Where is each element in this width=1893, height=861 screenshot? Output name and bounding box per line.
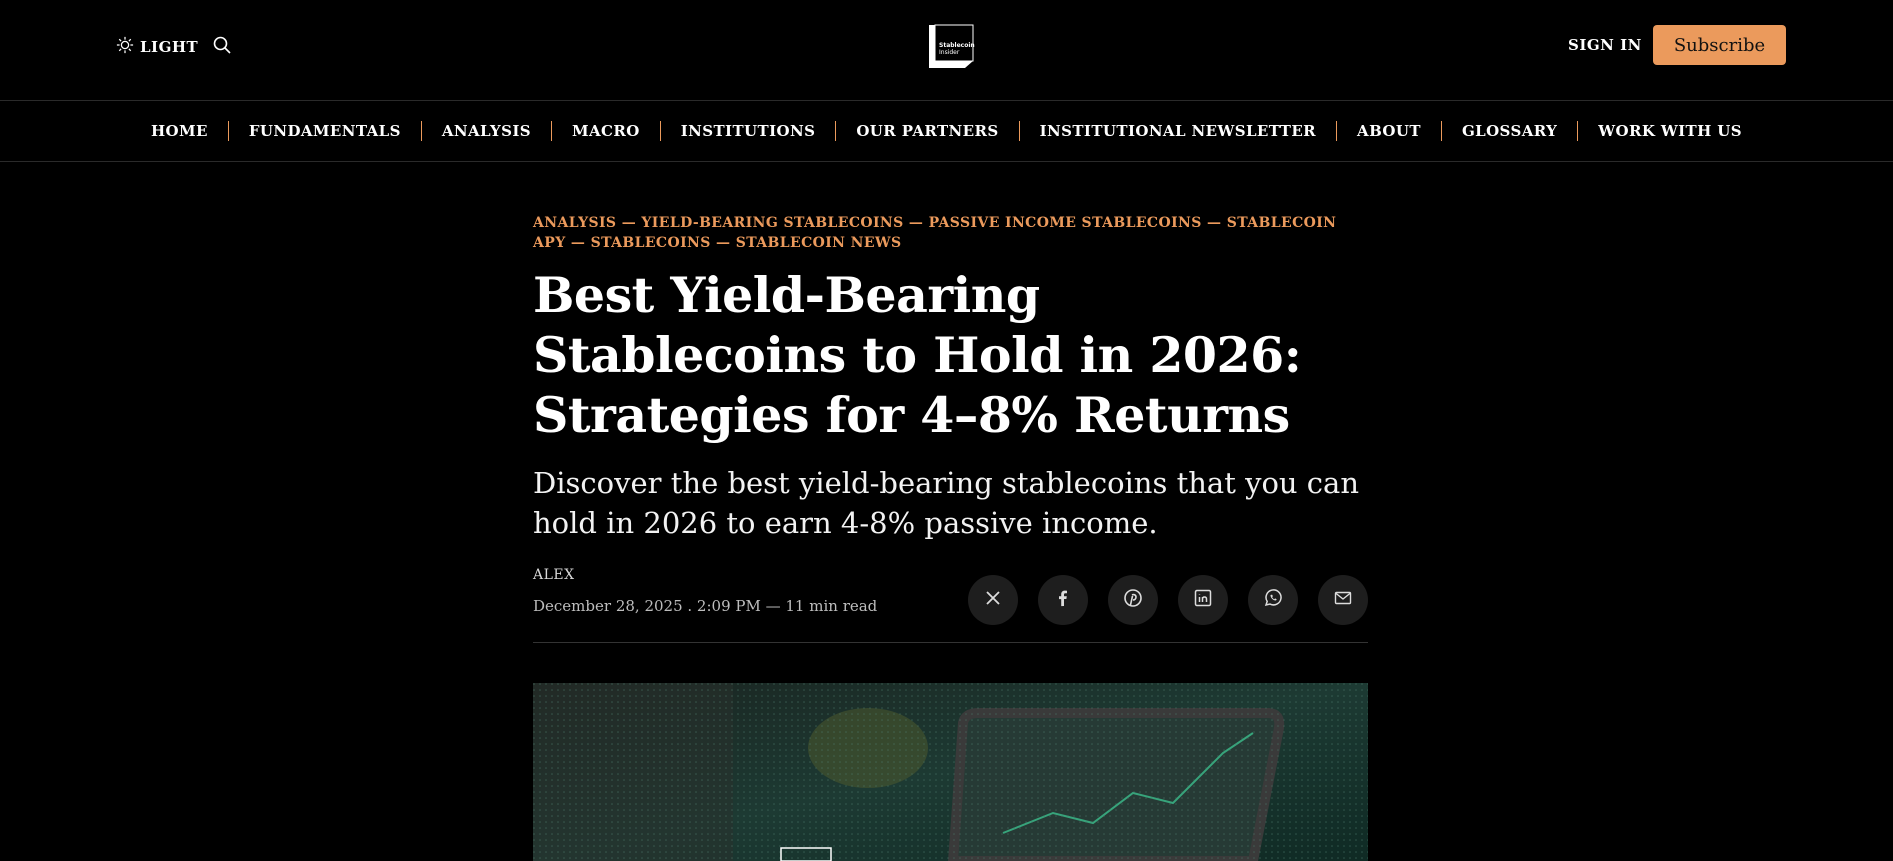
nav-item-macro[interactable]: MACRO — [552, 122, 660, 140]
nav-item-work-with-us[interactable]: WORK WITH US — [1578, 122, 1762, 140]
subscribe-button[interactable]: Subscribe — [1653, 25, 1786, 65]
article-divider — [533, 642, 1368, 643]
nav-item-glossary[interactable]: GLOSSARY — [1442, 122, 1577, 140]
read-time: 11 min read — [785, 597, 878, 615]
article-title: Best Yield-Bearing Stablecoins to Hold i… — [533, 266, 1302, 444]
tag-separator: — — [621, 215, 637, 231]
share-linkedin-button[interactable] — [1178, 575, 1228, 625]
share-whatsapp-button[interactable] — [1248, 575, 1298, 625]
hero-image — [533, 683, 1368, 861]
publish-date: December 28, 2025 . 2:09 PM — [533, 597, 761, 615]
article-header: ANALYSIS — YIELD-BEARING STABLECOINS — P… — [533, 213, 1368, 657]
nav-item-about[interactable]: ABOUT — [1337, 122, 1441, 140]
nav-item-fundamentals[interactable]: FUNDAMENTALS — [229, 122, 421, 140]
x-icon — [983, 588, 1003, 612]
theme-label: LIGHT — [140, 38, 199, 56]
share-buttons — [968, 575, 1368, 625]
date-separator: — — [765, 597, 781, 615]
author-name[interactable]: ALEX — [533, 567, 575, 583]
nav-item-institutions[interactable]: INSTITUTIONS — [661, 122, 836, 140]
tag-separator: — — [716, 235, 731, 251]
search-icon[interactable] — [212, 35, 232, 55]
sign-in-link[interactable]: SIGN IN — [1568, 36, 1642, 54]
tag-passive-income-stablecoins[interactable]: PASSIVE INCOME STABLECOINS — [929, 215, 1202, 231]
nav-item-analysis[interactable]: ANALYSIS — [422, 122, 551, 140]
tag-separator: — — [908, 215, 924, 231]
tag-stablecoins[interactable]: STABLECOINS — [591, 235, 711, 251]
tag-separator: — — [570, 235, 586, 251]
site-logo[interactable]: Stablecoin Insider — [925, 21, 977, 69]
whatsapp-icon — [1263, 588, 1283, 612]
share-email-button[interactable] — [1318, 575, 1368, 625]
main-nav: HOME FUNDAMENTALS ANALYSIS MACRO INSTITU… — [0, 101, 1893, 162]
logo-line2: Insider — [939, 49, 960, 56]
tag-stablecoin-news[interactable]: STABLECOIN NEWS — [736, 235, 902, 251]
share-x-button[interactable] — [968, 575, 1018, 625]
article-subtitle: Discover the best yield-bearing stableco… — [533, 466, 1360, 540]
top-header: LIGHT Stablecoin Insider SIGN IN Subscri… — [0, 0, 1893, 101]
linkedin-icon — [1193, 588, 1213, 612]
tag-yield-bearing-stablecoins[interactable]: YIELD-BEARING STABLECOINS — [641, 215, 903, 231]
sun-icon — [116, 36, 134, 58]
nav-item-home[interactable]: HOME — [131, 122, 228, 140]
email-icon — [1333, 588, 1353, 612]
tag-list: ANALYSIS — YIELD-BEARING STABLECOINS — P… — [533, 213, 1368, 253]
tag-analysis[interactable]: ANALYSIS — [533, 215, 616, 231]
facebook-icon — [1053, 588, 1073, 612]
theme-toggle[interactable]: LIGHT — [116, 36, 198, 58]
article-dateline: December 28, 2025 . 2:09 PM — 11 min rea… — [533, 597, 877, 615]
share-pinterest-button[interactable] — [1108, 575, 1158, 625]
tag-separator: — — [1207, 215, 1222, 231]
pinterest-icon — [1123, 588, 1143, 612]
logo-line1: Stablecoin — [939, 42, 975, 49]
share-facebook-button[interactable] — [1038, 575, 1088, 625]
nav-item-institutional-newsletter[interactable]: INSTITUTIONAL NEWSLETTER — [1020, 122, 1336, 140]
nav-item-our-partners[interactable]: OUR PARTNERS — [836, 122, 1018, 140]
